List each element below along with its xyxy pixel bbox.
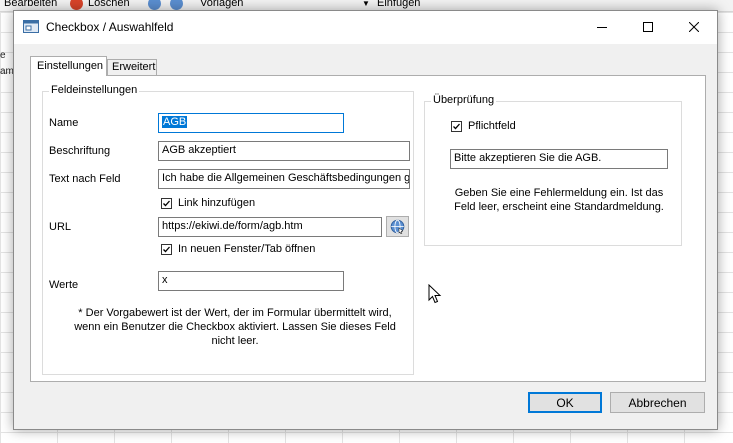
- open-new-window-label: In neuen Fenster/Tab öffnen: [178, 243, 316, 255]
- minimize-button[interactable]: [579, 11, 625, 43]
- caption-label: Beschriftung: [49, 145, 111, 157]
- required-field-label: Pflichtfeld: [468, 120, 516, 132]
- checkmark-icon: [453, 123, 460, 129]
- checkbox-dialog: Checkbox / Auswahlfeld Einstellungen Erw…: [13, 10, 718, 430]
- field-settings-group: Feldeinstellungen Name AGB Beschriftung …: [42, 84, 414, 375]
- mouse-cursor-icon: [428, 284, 442, 304]
- tab-panel-einstellungen: Feldeinstellungen Name AGB Beschriftung …: [30, 75, 706, 382]
- close-icon: [689, 22, 699, 32]
- tab-erweitert[interactable]: Erweitert: [107, 59, 157, 76]
- bg-insert-menu[interactable]: Einfügen: [377, 0, 420, 9]
- maximize-button[interactable]: [625, 11, 671, 43]
- error-message-input[interactable]: Bitte akzeptieren Sie die AGB.: [450, 149, 668, 169]
- name-input-value: AGB: [162, 116, 188, 128]
- required-field-checkbox-box[interactable]: [451, 120, 462, 132]
- minimize-icon: [597, 27, 607, 28]
- window-app-icon: [23, 20, 39, 33]
- caption-input[interactable]: AGB akzeptiert: [158, 141, 410, 161]
- maximize-icon: [643, 22, 653, 32]
- bg-templates-menu[interactable]: Vorlagen: [200, 0, 243, 9]
- dialog-titlebar[interactable]: Checkbox / Auswahlfeld: [14, 11, 717, 44]
- open-new-window-checkbox-box[interactable]: [161, 243, 172, 255]
- bg-delete-menu[interactable]: Löschen: [88, 0, 130, 9]
- validation-legend: Überprüfung: [431, 94, 497, 106]
- required-field-checkbox[interactable]: Pflichtfeld: [451, 120, 516, 132]
- tab-einstellungen[interactable]: Einstellungen: [30, 56, 107, 76]
- dialog-title: Checkbox / Auswahlfeld: [46, 20, 174, 34]
- default-value-note: * Der Vorgabewert ist der Wert, der im F…: [74, 307, 396, 347]
- cancel-button[interactable]: Abbrechen: [610, 392, 705, 413]
- bg-edit-menu[interactable]: Bearbeiten: [4, 0, 57, 9]
- open-new-window-checkbox[interactable]: In neuen Fenster/Tab öffnen: [161, 243, 315, 255]
- dropdown-arrow-icon[interactable]: ▼: [362, 0, 370, 8]
- delete-icon: [70, 0, 83, 10]
- values-label: Werte: [49, 279, 79, 291]
- field-settings-legend: Feldeinstellungen: [49, 84, 140, 96]
- ok-button[interactable]: OK: [528, 392, 602, 413]
- name-input[interactable]: AGB: [158, 113, 344, 133]
- values-input[interactable]: x: [158, 271, 344, 291]
- checkmark-icon: [163, 246, 170, 252]
- bg-cell-fragment: e: [0, 50, 6, 61]
- arrow-down-icon[interactable]: [170, 0, 183, 10]
- add-link-checkbox-box[interactable]: [161, 197, 172, 209]
- name-label: Name: [49, 117, 79, 129]
- text-after-field-input[interactable]: Ich habe die Allgemeinen Geschäftsbeding…: [158, 169, 410, 189]
- add-link-label: Link hinzufügen: [178, 197, 256, 209]
- text-after-field-label: Text nach Feld: [49, 173, 121, 185]
- error-message-hint: Geben Sie eine Fehlermeldung ein. Ist da…: [454, 187, 664, 213]
- open-url-button[interactable]: [386, 216, 409, 237]
- close-button[interactable]: [671, 11, 717, 43]
- url-input[interactable]: https://ekiwi.de/form/agb.htm: [158, 217, 382, 237]
- url-label: URL: [49, 221, 72, 233]
- add-link-checkbox[interactable]: Link hinzufügen: [161, 197, 255, 209]
- arrow-up-icon[interactable]: [148, 0, 161, 10]
- checkmark-icon: [163, 200, 170, 206]
- globe-icon: [390, 219, 405, 234]
- validation-group: Überprüfung Pflichtfeld Bitte akzeptiere…: [424, 94, 682, 246]
